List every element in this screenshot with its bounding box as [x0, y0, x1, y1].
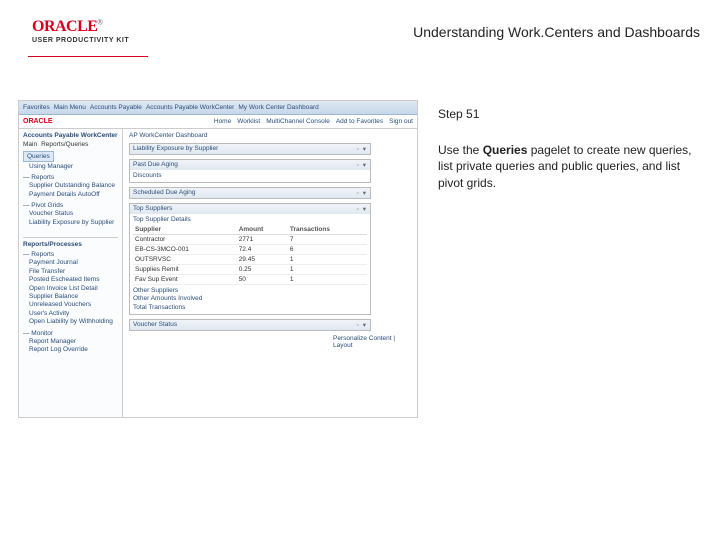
- logo-trademark: ®: [97, 20, 102, 27]
- pagelet: Voucher Status ◦ ▾: [129, 319, 371, 331]
- crumb[interactable]: Favorites: [23, 104, 50, 111]
- pagelet-controls-icon[interactable]: ◦ ▾: [357, 321, 367, 329]
- pagelet: Scheduled Due Aging ◦ ▾: [129, 187, 371, 199]
- table-header: Transactions: [288, 225, 367, 235]
- sidebar: Accounts Payable WorkCenter Main Reports…: [19, 129, 123, 417]
- instruction-text: Use the Queries pagelet to create new qu…: [438, 142, 703, 191]
- oracle-nav-links: Home Worklist MultiChannel Console Add t…: [214, 118, 413, 125]
- pagelet-link[interactable]: Discounts: [133, 172, 367, 180]
- table-row: Fav Sup Event501: [133, 274, 367, 284]
- oracle-nav-bar: ORACLE Home Worklist MultiChannel Consol…: [19, 115, 417, 129]
- dashboard-main: AP WorkCenter Dashboard Liability Exposu…: [123, 129, 417, 417]
- sidebar-item[interactable]: Liability Exposure by Supplier: [23, 219, 118, 227]
- pagelet-title: Voucher Status: [133, 321, 177, 329]
- instruction-panel: Step 51 Use the Queries pagelet to creat…: [438, 106, 703, 191]
- table-row: OUTSRVSC29.451: [133, 254, 367, 264]
- table-header: Supplier: [133, 225, 237, 235]
- nav-link[interactable]: MultiChannel Console: [266, 118, 330, 125]
- crumb[interactable]: Main Menu: [54, 104, 86, 111]
- pagelet-link[interactable]: Total Transactions: [133, 304, 367, 312]
- pagelet-title: Scheduled Due Aging: [133, 189, 196, 197]
- page-title: Understanding Work.Centers and Dashboard…: [413, 24, 700, 40]
- sidebar-item[interactable]: Open Invoice List Detail: [23, 285, 118, 293]
- sidebar-item[interactable]: Supplier Balance: [23, 293, 118, 301]
- supplier-table: SupplierAmountTransactions Contractor277…: [133, 225, 367, 285]
- table-header: Amount: [237, 225, 288, 235]
- sidebar-item[interactable]: Using Manager: [23, 163, 118, 171]
- dashboard-title: AP WorkCenter Dashboard: [129, 132, 208, 139]
- tab-reports-queries[interactable]: Reports/Queries: [41, 141, 88, 148]
- crumb[interactable]: My Work Center Dashboard: [238, 104, 318, 111]
- nav-link[interactable]: Home: [214, 118, 231, 125]
- sidebar-item[interactable]: Payment Details AutoOff: [23, 191, 118, 199]
- crumb[interactable]: Accounts Payable: [90, 104, 142, 111]
- table-row: Supplies Remit0.251: [133, 264, 367, 274]
- sidebar-item[interactable]: User's Activity: [23, 310, 118, 318]
- sidebar-item[interactable]: Payment Journal: [23, 259, 118, 267]
- nav-link[interactable]: Worklist: [237, 118, 260, 125]
- sidebar-item[interactable]: Report Log Override: [23, 346, 118, 354]
- table-row: Contractor27717: [133, 234, 367, 244]
- logo-area: ORACLE® USER PRODUCTIVITY KIT: [32, 18, 129, 44]
- app-screenshot: Favorites Main Menu Accounts Payable Acc…: [18, 100, 418, 418]
- pagelet-link[interactable]: Other Amounts Involved: [133, 295, 367, 303]
- pagelet-controls-icon[interactable]: ◦ ▾: [357, 145, 367, 153]
- table-row: EB-CS-3MCO-00172.46: [133, 244, 367, 254]
- personalize-link[interactable]: Personalize Content | Layout: [333, 335, 395, 349]
- crumb[interactable]: Accounts Payable WorkCenter: [146, 104, 234, 111]
- pagelet-controls-icon[interactable]: ◦ ▾: [357, 189, 367, 197]
- logo-divider: [28, 56, 148, 57]
- tab-main[interactable]: Main: [23, 141, 37, 148]
- breadcrumb-bar: Favorites Main Menu Accounts Payable Acc…: [19, 101, 417, 115]
- pagelet: Past Due Aging ◦ ▾ Discounts: [129, 159, 371, 183]
- pagelet-subtitle: Other Suppliers: [133, 287, 367, 295]
- sidebar-item[interactable]: File Transfer: [23, 268, 118, 276]
- nav-link[interactable]: Add to Favorites: [336, 118, 383, 125]
- sidebar-section: — Reports: [23, 174, 118, 181]
- sidebar-section: — Monitor: [23, 330, 118, 337]
- step-label: Step 51: [438, 106, 703, 122]
- queries-pagelet-header[interactable]: Queries: [23, 151, 54, 162]
- sidebar-title: Accounts Payable WorkCenter: [23, 132, 118, 139]
- pagelet-subtitle: Top Supplier Details: [133, 216, 367, 224]
- sidebar-block-reports-processes: Reports/Processes — Reports Payment Jour…: [23, 237, 118, 354]
- instruction-bold: Queries: [483, 143, 528, 157]
- pagelet-title: Liability Exposure by Supplier: [133, 145, 218, 153]
- sidebar-item[interactable]: Unreleased Vouchers: [23, 301, 118, 309]
- nav-link[interactable]: Sign out: [389, 118, 413, 125]
- page-header: ORACLE® USER PRODUCTIVITY KIT Understand…: [0, 18, 720, 62]
- sidebar-item[interactable]: Voucher Status: [23, 210, 118, 218]
- pagelet-controls-icon[interactable]: ◦ ▾: [357, 205, 367, 213]
- oracle-logo: ORACLE: [32, 18, 97, 35]
- pagelet-title: Past Due Aging: [133, 161, 178, 169]
- sidebar-item[interactable]: Open Liability by Withholding: [23, 318, 118, 326]
- sidebar-block-title: Reports/Processes: [23, 241, 118, 248]
- content-area: Favorites Main Menu Accounts Payable Acc…: [18, 100, 702, 418]
- pagelet: Liability Exposure by Supplier ◦ ▾: [129, 143, 371, 155]
- sidebar-section: — Reports: [23, 251, 118, 258]
- sidebar-section: — Pivot Grids: [23, 202, 118, 209]
- logo-subtitle: USER PRODUCTIVITY KIT: [32, 37, 129, 44]
- sidebar-item[interactable]: Supplier Outstanding Balance: [23, 182, 118, 190]
- oracle-nav-logo: ORACLE: [23, 118, 53, 125]
- sidebar-item[interactable]: Posted Escheated Items: [23, 276, 118, 284]
- pagelet: Top Suppliers ◦ ▾ Top Supplier Details Su…: [129, 203, 371, 315]
- pagelet-title: Top Suppliers: [133, 205, 172, 213]
- sidebar-item[interactable]: Report Manager: [23, 338, 118, 346]
- pagelet-controls-icon[interactable]: ◦ ▾: [357, 161, 367, 169]
